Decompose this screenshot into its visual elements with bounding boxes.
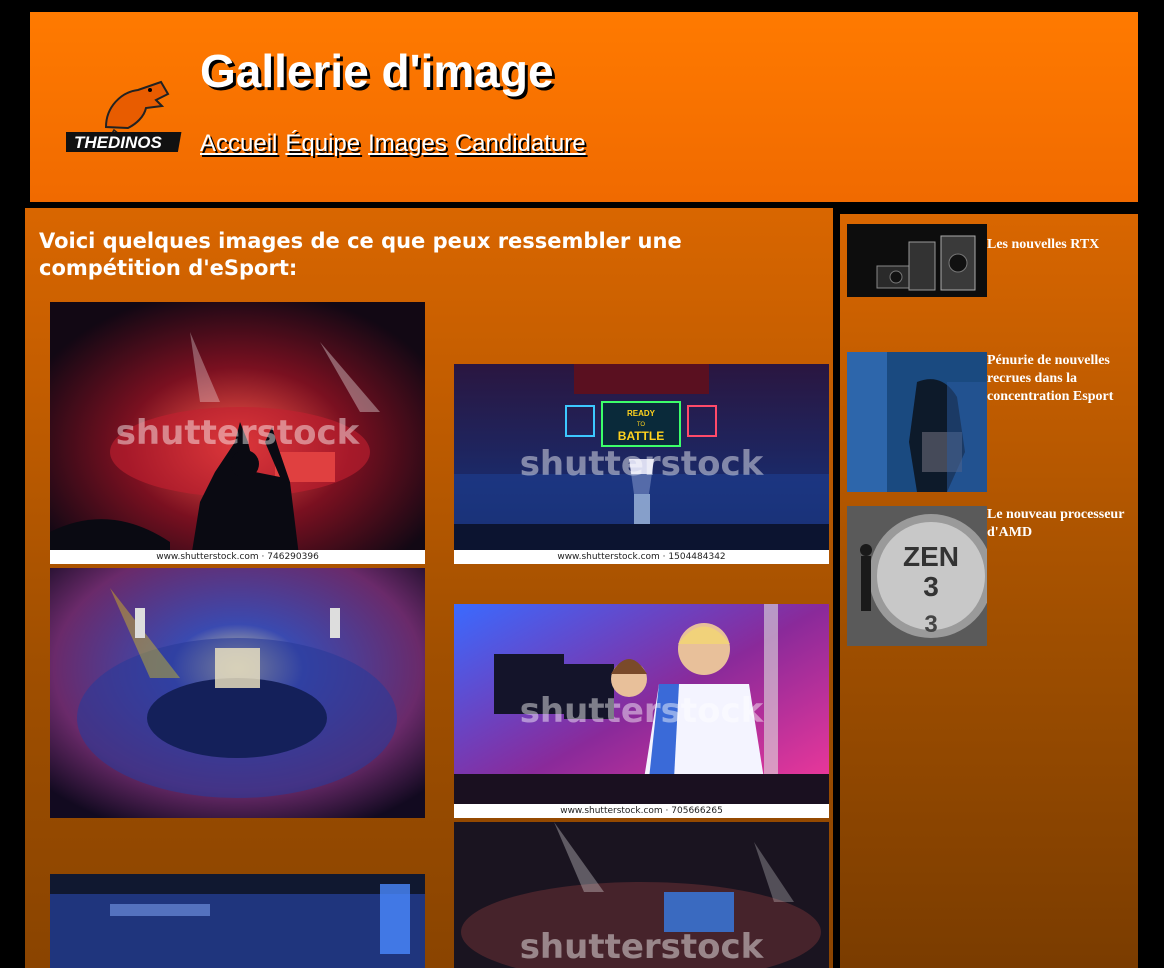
news-thumbnail: [847, 224, 987, 297]
watermark: shutterstock: [115, 413, 360, 453]
news-item-rtx[interactable]: Les nouvelles RTX: [847, 224, 1139, 297]
news-sidebar: Les nouvelles RTX Pénurie de nouvelles r…: [840, 214, 1138, 968]
svg-text:ZEN: ZEN: [903, 541, 959, 572]
gallery-section: Voici quelques images de ce que peux res…: [25, 208, 833, 968]
news-title: Pénurie de nouvelles recrues dans la con…: [987, 353, 1114, 404]
watermark: shutterstock: [519, 691, 764, 731]
image-caption: www.shutterstock.com · 1504484342: [454, 550, 829, 564]
watermark: shutterstock: [519, 927, 764, 967]
svg-text:3: 3: [923, 571, 939, 602]
gallery-heading: Voici quelques images de ce que peux res…: [39, 229, 682, 280]
svg-text:READY: READY: [627, 409, 656, 418]
gallery-image-stage-screen[interactable]: shutterstock: [454, 822, 829, 968]
gallery-image-arena-blue[interactable]: [50, 874, 425, 968]
news-item-amd[interactable]: ZEN 3 3 Le nouveau processeur d'AMD: [847, 506, 1139, 646]
news-title: Les nouvelles RTX: [987, 237, 1100, 252]
gallery-image-arena-fans[interactable]: shutterstock www.shutterstock.com · 7462…: [50, 302, 425, 564]
svg-text:3: 3: [924, 611, 937, 638]
nav-link-accueil[interactable]: Accueil: [200, 130, 277, 158]
main-nav: Accueil Équipe Images Candidature: [200, 130, 586, 158]
thedinos-logo: THEDINOS: [66, 80, 182, 152]
image-caption: www.shutterstock.com · 705666265: [454, 804, 829, 818]
news-item-recrues[interactable]: Pénurie de nouvelles recrues dans la con…: [847, 352, 1139, 492]
svg-text:TO: TO: [637, 422, 646, 428]
svg-text:THEDINOS: THEDINOS: [74, 133, 163, 152]
site-header: THEDINOS Gallerie d'image Accueil Équipe…: [30, 12, 1140, 202]
svg-text:BATTLE: BATTLE: [618, 429, 664, 443]
nav-link-equipe[interactable]: Équipe: [285, 130, 360, 158]
nav-link-candidature[interactable]: Candidature: [455, 130, 586, 158]
watermark: shutterstock: [519, 444, 764, 484]
page-title: Gallerie d'image: [200, 45, 554, 97]
image-caption: www.shutterstock.com · 746290396: [50, 550, 425, 564]
gallery-image-ready-to-battle[interactable]: READY TO BATTLE shutterstock www.shutter…: [454, 364, 829, 564]
gallery-image-full-arena[interactable]: [50, 568, 425, 818]
news-title: Le nouveau processeur d'AMD: [987, 507, 1125, 540]
news-thumbnail: ZEN 3 3: [847, 506, 987, 646]
news-thumbnail: [847, 352, 987, 492]
nav-link-images[interactable]: Images: [368, 130, 447, 158]
gallery-image-players[interactable]: shutterstock www.shutterstock.com · 7056…: [454, 604, 829, 818]
